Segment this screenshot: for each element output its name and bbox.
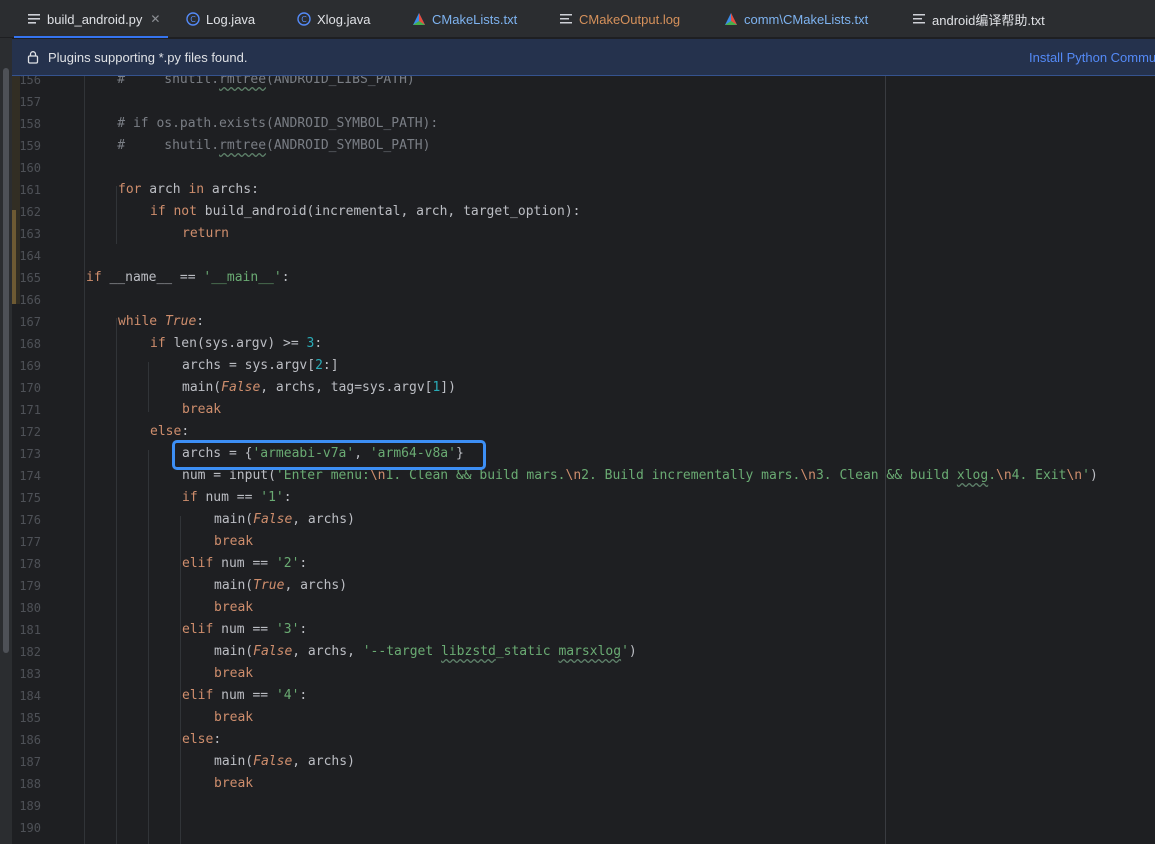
highlight-box: [172, 440, 486, 470]
svg-text:C: C: [190, 15, 196, 24]
line-number: 181: [19, 623, 41, 637]
line-number: 173: [19, 447, 41, 461]
code-line-159[interactable]: # shutil.rmtree(ANDROID_SYMBOL_PATH): [86, 135, 430, 157]
line-number: 170: [19, 381, 41, 395]
code-line-163[interactable]: return: [182, 223, 229, 245]
line-number: 175: [19, 491, 41, 505]
line-number: 169: [19, 359, 41, 373]
code-line-165[interactable]: if __name__ == '__main__':: [86, 267, 290, 289]
code-line-169[interactable]: archs = sys.argv[2:]: [182, 355, 339, 377]
line-number: 179: [19, 579, 41, 593]
code-line-176[interactable]: main(False, archs): [214, 509, 355, 531]
code-line-184[interactable]: elif num == '4':: [182, 685, 307, 707]
line-number: 164: [19, 249, 41, 263]
code-line-178[interactable]: elif num == '2':: [182, 553, 307, 575]
line-number: 167: [19, 315, 41, 329]
vertical-scrollbar[interactable]: [3, 68, 9, 653]
svg-text:C: C: [301, 15, 307, 24]
tab-cmakelists-txt[interactable]: CMakeLists.txt: [411, 0, 517, 38]
install-plugin-link[interactable]: Install Python Commu: [1029, 50, 1155, 65]
code-line-179[interactable]: main(True, archs): [214, 575, 347, 597]
line-number: 158: [19, 117, 41, 131]
code-line-187[interactable]: main(False, archs): [214, 751, 355, 773]
tab-xlog-java[interactable]: C Xlog.java: [296, 0, 370, 38]
line-number: 162: [19, 205, 41, 219]
code-editor[interactable]: 156 157 158 159 160 161 162 163 164 165 …: [12, 76, 1155, 844]
tab-label: Xlog.java: [317, 11, 371, 27]
tab-build-android-py[interactable]: build_android.py ✕: [13, 0, 169, 38]
close-tab-icon[interactable]: ✕: [150, 12, 160, 26]
code-line-156[interactable]: # shutil.rmtree(ANDROID_LIBS_PATH): [86, 76, 414, 91]
line-number: 188: [19, 777, 41, 791]
code-line-183[interactable]: break: [214, 663, 253, 685]
line-number: 184: [19, 689, 41, 703]
tab-label: comm\CMakeLists.txt: [744, 11, 869, 27]
line-number: 177: [19, 535, 41, 549]
tab-label: android编译帮助.txt: [932, 12, 1045, 28]
code-line-167[interactable]: while True:: [118, 311, 204, 333]
code-line-177[interactable]: break: [214, 531, 253, 553]
line-number: 156: [19, 76, 41, 87]
tab-label: CMakeOutput.log: [579, 11, 681, 27]
line-number: 186: [19, 733, 41, 747]
text-file-icon: [558, 11, 574, 27]
line-number: 189: [19, 799, 41, 813]
tab-android-build-help-txt[interactable]: android编译帮助.txt: [911, 0, 1045, 38]
line-number: 183: [19, 667, 41, 681]
python-file-icon: [26, 11, 42, 27]
code-line-162[interactable]: if not build_android(incremental, arch, …: [150, 201, 580, 223]
line-number: 166: [19, 293, 41, 307]
line-number: 187: [19, 755, 41, 769]
code-line-161[interactable]: for arch in archs:: [118, 179, 259, 201]
code-line-186[interactable]: else:: [182, 729, 221, 751]
line-number: 159: [19, 139, 41, 153]
tab-cmakeoutput-log[interactable]: CMakeOutput.log: [558, 0, 680, 38]
text-file-icon: [911, 11, 927, 27]
line-number: 171: [19, 403, 41, 417]
tab-label: build_android.py: [47, 11, 143, 27]
left-tool-strip: [0, 38, 12, 844]
line-number: 161: [19, 183, 41, 197]
line-number: 157: [19, 95, 41, 109]
line-number: 168: [19, 337, 41, 351]
code-line-158[interactable]: # if os.path.exists(ANDROID_SYMBOL_PATH)…: [86, 113, 438, 135]
line-number: 163: [19, 227, 41, 241]
editor-tab-bar: build_android.py ✕ C Log.java C Xlog.jav…: [0, 0, 1155, 38]
line-number: 178: [19, 557, 41, 571]
code-line-185[interactable]: break: [214, 707, 253, 729]
line-number: 190: [19, 821, 41, 835]
code-line-182[interactable]: main(False, archs, '--target libzstd_sta…: [214, 641, 637, 663]
lock-icon: [26, 50, 40, 64]
code-line-170[interactable]: main(False, archs, tag=sys.argv[1]): [182, 377, 456, 399]
line-number: 182: [19, 645, 41, 659]
cmake-icon: [723, 11, 739, 27]
line-number-gutter[interactable]: 156 157 158 159 160 161 162 163 164 165 …: [12, 76, 54, 844]
java-class-icon: C: [185, 11, 201, 27]
code-line-181[interactable]: elif num == '3':: [182, 619, 307, 641]
code-line-171[interactable]: break: [182, 399, 221, 421]
line-number: 176: [19, 513, 41, 527]
line-number: 165: [19, 271, 41, 285]
line-number: 174: [19, 469, 41, 483]
java-class-icon: C: [296, 11, 312, 27]
tab-label: CMakeLists.txt: [432, 11, 518, 27]
cmake-icon: [411, 11, 427, 27]
banner-message: Plugins supporting *.py files found.: [48, 49, 248, 65]
code-line-175[interactable]: if num == '1':: [182, 487, 292, 509]
line-number: 160: [19, 161, 41, 175]
code-line-180[interactable]: break: [214, 597, 253, 619]
tab-comm-cmakelists-txt[interactable]: comm\CMakeLists.txt: [723, 0, 868, 38]
code-line-188[interactable]: break: [214, 773, 253, 795]
line-number: 180: [19, 601, 41, 615]
code-line-168[interactable]: if len(sys.argv) >= 3:: [150, 333, 322, 355]
plugin-notification-banner: Plugins supporting *.py files found. Ins…: [12, 39, 1155, 76]
tab-log-java[interactable]: C Log.java: [185, 0, 255, 38]
line-number: 185: [19, 711, 41, 725]
line-number: 172: [19, 425, 41, 439]
tab-label: Log.java: [206, 11, 256, 27]
